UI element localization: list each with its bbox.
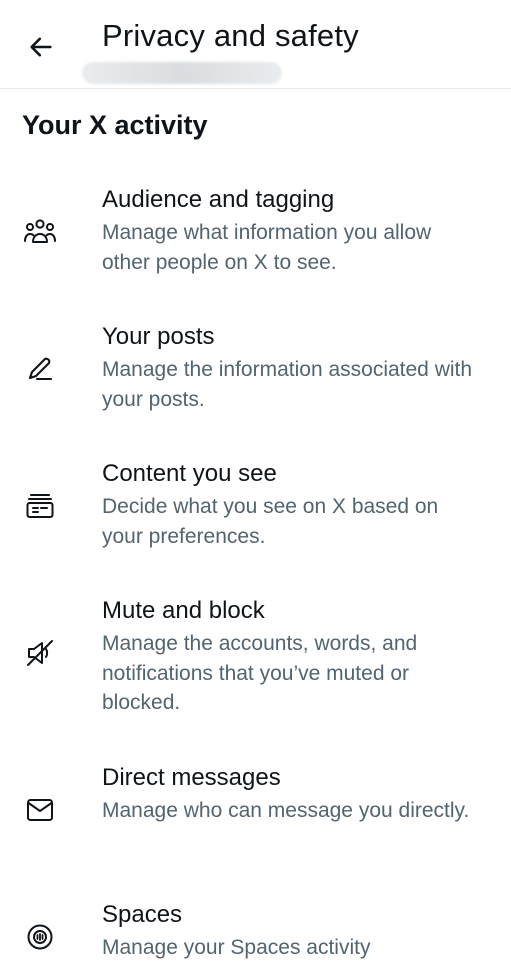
settings-item-description: Decide what you see on X based on your p… (102, 495, 439, 548)
settings-item-content-you-see[interactable]: Content you see Decide what you see on X… (0, 454, 511, 574)
settings-item-direct-messages[interactable]: Direct messages Manage who can message y… (0, 758, 511, 878)
muted-speaker-icon (22, 635, 58, 671)
settings-item-description: Manage the accounts, words, and notifica… (102, 632, 418, 714)
arrow-left-icon (30, 37, 52, 57)
spaces-icon (22, 919, 58, 955)
top-app-bar: Privacy and safety (0, 0, 511, 89)
settings-item-label: Direct messages (102, 764, 281, 791)
settings-item-description: Manage what information you allow other … (102, 221, 432, 274)
settings-item-audience-and-tagging[interactable]: Audience and tagging Manage what informa… (0, 180, 511, 300)
settings-item-label: Mute and block (102, 597, 265, 624)
back-button[interactable] (24, 30, 58, 64)
people-icon (22, 214, 58, 250)
content-card-icon (22, 488, 58, 524)
envelope-icon (22, 792, 58, 828)
settings-item-your-posts[interactable]: Your posts Manage the information associ… (0, 317, 511, 437)
settings-item-description: Manage the information associated with y… (102, 358, 473, 411)
settings-item-label: Spaces (102, 901, 183, 928)
settings-item-label: Audience and tagging (102, 186, 335, 213)
pen-icon (22, 351, 58, 387)
settings-item-mute-and-block[interactable]: Mute and block Manage the accounts, word… (0, 591, 511, 741)
settings-item-spaces[interactable]: Spaces Manage your Spaces activity (0, 895, 511, 969)
settings-item-description: Manage your Spaces activity (102, 936, 371, 959)
settings-item-label: Your posts (102, 323, 215, 350)
settings-item-description: Manage who can message you directly. (102, 799, 470, 822)
section-title: Your X activity (22, 110, 208, 140)
page-title: Privacy and safety (102, 18, 359, 53)
settings-item-label: Content you see (102, 460, 277, 487)
redacted-username (82, 62, 282, 84)
